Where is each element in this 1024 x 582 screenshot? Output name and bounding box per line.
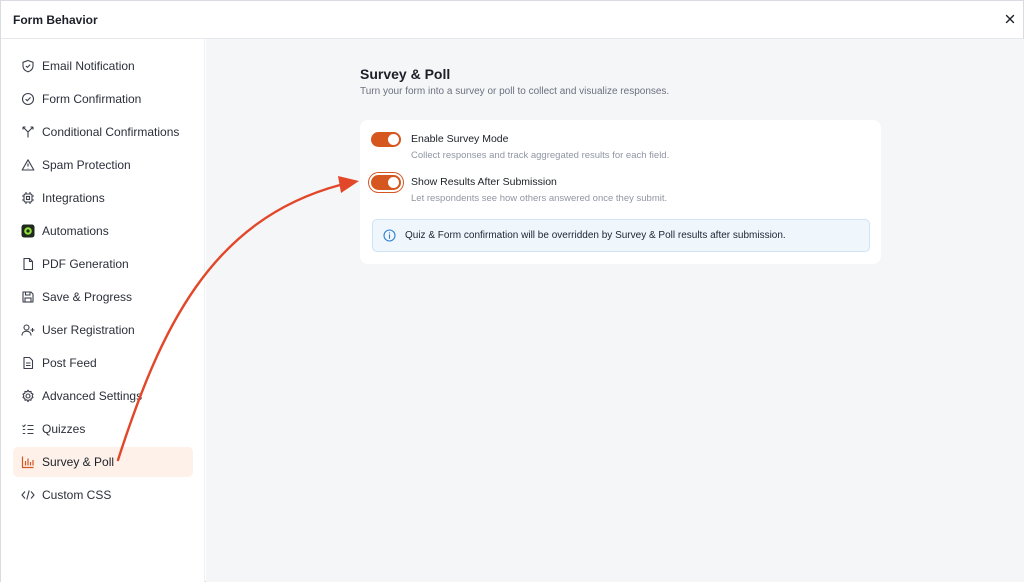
- file-icon: [21, 257, 35, 271]
- sidebar-item-custom-css[interactable]: Custom CSS: [13, 480, 193, 510]
- sidebar-item-label: PDF Generation: [42, 257, 129, 271]
- circle-check-icon: [21, 92, 35, 106]
- close-button[interactable]: [1003, 12, 1017, 26]
- code-icon: [21, 488, 35, 502]
- sidebar-item-survey-poll[interactable]: Survey & Poll: [13, 447, 193, 477]
- bar-chart-icon: [21, 455, 35, 469]
- sidebar-item-automations[interactable]: Automations: [13, 216, 193, 246]
- toggle-knob: [388, 177, 399, 188]
- enable-survey-mode-toggle[interactable]: [371, 132, 401, 147]
- sidebar-item-conditional-confirmations[interactable]: Conditional Confirmations: [13, 117, 193, 147]
- sidebar-item-label: Automations: [42, 224, 109, 238]
- page-subtitle: Turn your form into a survey or poll to …: [360, 86, 670, 97]
- checklist-icon: [21, 422, 35, 436]
- sidebar-item-label: Spam Protection: [42, 158, 131, 172]
- modal-header: Form Behavior: [1, 1, 1023, 39]
- sidebar-item-label: Integrations: [42, 191, 105, 205]
- info-notice: Quiz & Form confirmation will be overrid…: [372, 219, 870, 252]
- sidebar-item-label: Conditional Confirmations: [42, 125, 180, 139]
- sidebar-item-label: Post Feed: [42, 356, 97, 370]
- sidebar-item-label: Save & Progress: [42, 290, 133, 304]
- sidebar-item-label: Survey & Poll: [42, 455, 115, 469]
- modal-title: Form Behavior: [13, 13, 98, 27]
- floppy-icon: [21, 290, 35, 304]
- option-desc-show-results: Let respondents see how others answered …: [411, 193, 668, 204]
- sidebar-item-post-feed[interactable]: Post Feed: [13, 348, 193, 378]
- form-behavior-modal: Form Behavior Email Notification Form Co…: [0, 0, 1024, 582]
- page-title: Survey & Poll: [360, 66, 451, 82]
- sidebar-item-save-progress[interactable]: Save & Progress: [13, 282, 193, 312]
- sidebar: Email Notification Form Confirmation Con…: [1, 39, 205, 582]
- sidebar-item-label: Advanced Settings: [42, 389, 143, 403]
- show-results-after-submission-toggle[interactable]: [371, 175, 401, 190]
- sidebar-item-email-notification[interactable]: Email Notification: [13, 51, 193, 81]
- option-title-show-results: Show Results After Submission: [411, 176, 557, 188]
- main-content: Survey & Poll Turn your form into a surv…: [206, 39, 1024, 582]
- gear-icon: [21, 389, 35, 403]
- option-desc-enable-survey-mode: Collect responses and track aggregated r…: [411, 150, 670, 161]
- automations-logo-icon: [21, 224, 35, 238]
- user-plus-icon: [21, 323, 35, 337]
- sidebar-item-label: Quizzes: [42, 422, 86, 436]
- sidebar-item-quizzes[interactable]: Quizzes: [13, 414, 193, 444]
- warning-icon: [21, 158, 35, 172]
- option-title-enable-survey-mode: Enable Survey Mode: [411, 133, 509, 145]
- sidebar-item-integrations[interactable]: Integrations: [13, 183, 193, 213]
- sidebar-item-form-confirmation[interactable]: Form Confirmation: [13, 84, 193, 114]
- sidebar-item-label: User Registration: [42, 323, 135, 337]
- sidebar-item-advanced-settings[interactable]: Advanced Settings: [13, 381, 193, 411]
- sidebar-item-spam-protection[interactable]: Spam Protection: [13, 150, 193, 180]
- close-icon: [1005, 14, 1015, 24]
- sidebar-item-label: Custom CSS: [42, 488, 112, 502]
- shield-check-icon: [21, 59, 35, 73]
- branch-icon: [21, 125, 35, 139]
- survey-settings-card: Enable Survey Mode Collect responses and…: [360, 120, 881, 264]
- sidebar-item-label: Form Confirmation: [42, 92, 142, 106]
- chip-icon: [21, 191, 35, 205]
- document-icon: [21, 356, 35, 370]
- sidebar-item-user-registration[interactable]: User Registration: [13, 315, 193, 345]
- info-text: Quiz & Form confirmation will be overrid…: [405, 230, 786, 241]
- toggle-knob: [388, 134, 399, 145]
- sidebar-item-label: Email Notification: [42, 59, 135, 73]
- sidebar-item-pdf-generation[interactable]: PDF Generation: [13, 249, 193, 279]
- info-icon: [383, 229, 396, 242]
